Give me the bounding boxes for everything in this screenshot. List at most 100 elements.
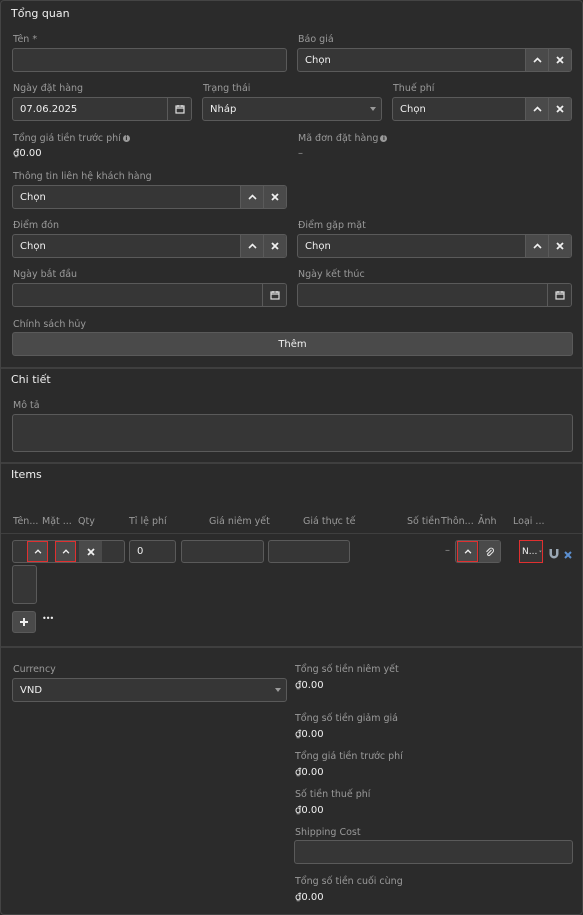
- calendar-icon[interactable]: [547, 284, 571, 306]
- list-total-value: ₫0.00: [295, 680, 324, 691]
- dropdown-icon: [270, 679, 286, 701]
- quote-label: Báo giá: [298, 34, 334, 45]
- pickup-select[interactable]: Chọn: [12, 234, 287, 258]
- info-icon: i: [122, 135, 130, 142]
- section-divider: [1, 462, 582, 464]
- col-list-price: Giá niêm yết: [209, 516, 270, 527]
- dropdown-icon: [539, 550, 542, 553]
- chevron-up-icon[interactable]: [525, 235, 548, 257]
- col-name: Tên...: [13, 516, 39, 527]
- item-name-textarea[interactable]: [12, 565, 37, 604]
- contact-select[interactable]: Chọn: [12, 185, 287, 209]
- contact-value: Chọn: [20, 191, 46, 203]
- close-icon[interactable]: [548, 98, 571, 120]
- tax-label: Thuế phí: [393, 83, 435, 94]
- pickup-label: Điểm đón: [13, 220, 59, 231]
- order-date-input[interactable]: 07.06.2025: [12, 97, 192, 121]
- close-icon[interactable]: [548, 235, 571, 257]
- chevron-up-icon[interactable]: [240, 186, 263, 208]
- amount-value: –: [445, 545, 450, 556]
- calendar-icon[interactable]: [262, 284, 286, 306]
- section-divider: [1, 646, 582, 648]
- status-select[interactable]: Nháp: [202, 97, 382, 121]
- col-type: Loại ...: [513, 516, 545, 527]
- chevron-up-icon[interactable]: [55, 541, 76, 562]
- currency-select[interactable]: VND: [12, 678, 287, 702]
- info-icon: i: [380, 135, 388, 142]
- chevron-up-icon[interactable]: [457, 541, 478, 562]
- overview-title: Tổng quan: [11, 7, 70, 20]
- description-textarea[interactable]: [12, 414, 573, 452]
- totals-pretax-value: ₫0.00: [295, 767, 324, 778]
- quote-select[interactable]: Chọn: [297, 48, 572, 72]
- list-price-input[interactable]: [181, 540, 264, 563]
- start-date-value: [13, 284, 262, 306]
- order-date-value: 07.06.2025: [20, 103, 78, 115]
- end-date-label: Ngày kết thúc: [298, 269, 365, 280]
- remove-row-icon[interactable]: [563, 545, 573, 559]
- meeting-label: Điểm gặp mặt: [298, 220, 366, 231]
- tax-amount-label: Số tiền thuế phí: [295, 789, 371, 800]
- discount-value: ₫0.00: [295, 729, 324, 740]
- shipping-input[interactable]: [294, 840, 573, 864]
- items-title: Items: [11, 468, 42, 481]
- status-value: Nháp: [210, 103, 237, 115]
- tax-amount-value: ₫0.00: [295, 805, 324, 816]
- quote-value: Chọn: [305, 54, 331, 66]
- order-code-label-text: Mã đơn đặt hàng: [298, 133, 379, 144]
- pretax-label: Tổng giá tiền trước phí i: [13, 133, 130, 144]
- tax-value: Chọn: [400, 103, 426, 115]
- order-date-label: Ngày đặt hàng: [13, 83, 84, 94]
- cancel-policy-label: Chính sách hủy: [13, 319, 87, 330]
- currency-value: VND: [20, 684, 43, 696]
- list-total-label: Tổng số tiền niêm yết: [295, 664, 399, 675]
- final-total-label: Tổng số tiền cuối cùng: [295, 876, 403, 887]
- add-row-button[interactable]: [12, 611, 36, 633]
- close-icon[interactable]: [79, 541, 102, 562]
- close-icon[interactable]: [263, 235, 286, 257]
- start-date-input[interactable]: [12, 283, 287, 307]
- actual-price-input[interactable]: [268, 540, 350, 563]
- close-icon[interactable]: [263, 186, 286, 208]
- order-code-label: Mã đơn đặt hàng i: [298, 133, 388, 144]
- meeting-value: Chọn: [305, 240, 331, 252]
- close-icon[interactable]: [548, 49, 571, 71]
- dropdown-icon: [365, 98, 381, 120]
- currency-label: Currency: [13, 664, 56, 675]
- start-date-label: Ngày bắt đầu: [13, 269, 78, 280]
- col-image: Ảnh: [478, 516, 497, 527]
- col-fee-rate: Tỉ lệ phí: [129, 516, 167, 527]
- meeting-select[interactable]: Chọn: [297, 234, 572, 258]
- pretax-label-text: Tổng giá tiền trước phí: [13, 133, 121, 144]
- col-product: Mặt ...: [42, 516, 72, 527]
- col-qty: Qty: [78, 516, 95, 527]
- order-code-value: –: [298, 148, 303, 159]
- magnet-icon[interactable]: [548, 545, 560, 559]
- final-total-value: ₫0.00: [295, 892, 324, 903]
- chevron-up-icon[interactable]: [525, 98, 548, 120]
- totals-pretax-label: Tổng giá tiền trước phí: [295, 751, 403, 762]
- details-title: Chi tiết: [11, 373, 51, 386]
- add-policy-button[interactable]: Thêm: [12, 332, 573, 356]
- section-divider: [1, 367, 582, 369]
- pretax-value: ₫0.00: [13, 148, 42, 159]
- chevron-up-icon[interactable]: [525, 49, 548, 71]
- col-actual-price: Giá thực tế: [303, 516, 356, 527]
- col-info: Thôn...: [441, 516, 474, 527]
- col-amount: Số tiền: [407, 516, 441, 527]
- fee-rate-input[interactable]: 0: [129, 540, 176, 563]
- type-value: N...: [522, 546, 538, 557]
- status-label: Trạng thái: [203, 83, 251, 94]
- tax-select[interactable]: Chọn: [392, 97, 572, 121]
- end-date-input[interactable]: [297, 283, 572, 307]
- more-options-button[interactable]: •••: [42, 614, 54, 623]
- shipping-label: Shipping Cost: [295, 827, 361, 838]
- paperclip-icon[interactable]: [479, 541, 500, 562]
- chevron-up-icon[interactable]: [240, 235, 263, 257]
- name-input[interactable]: [12, 48, 287, 72]
- contact-label: Thông tin liên hệ khách hàng: [13, 171, 152, 182]
- calendar-icon[interactable]: [167, 98, 191, 120]
- type-select[interactable]: N...: [519, 540, 543, 563]
- end-date-value: [298, 284, 547, 306]
- chevron-up-icon[interactable]: [27, 541, 48, 562]
